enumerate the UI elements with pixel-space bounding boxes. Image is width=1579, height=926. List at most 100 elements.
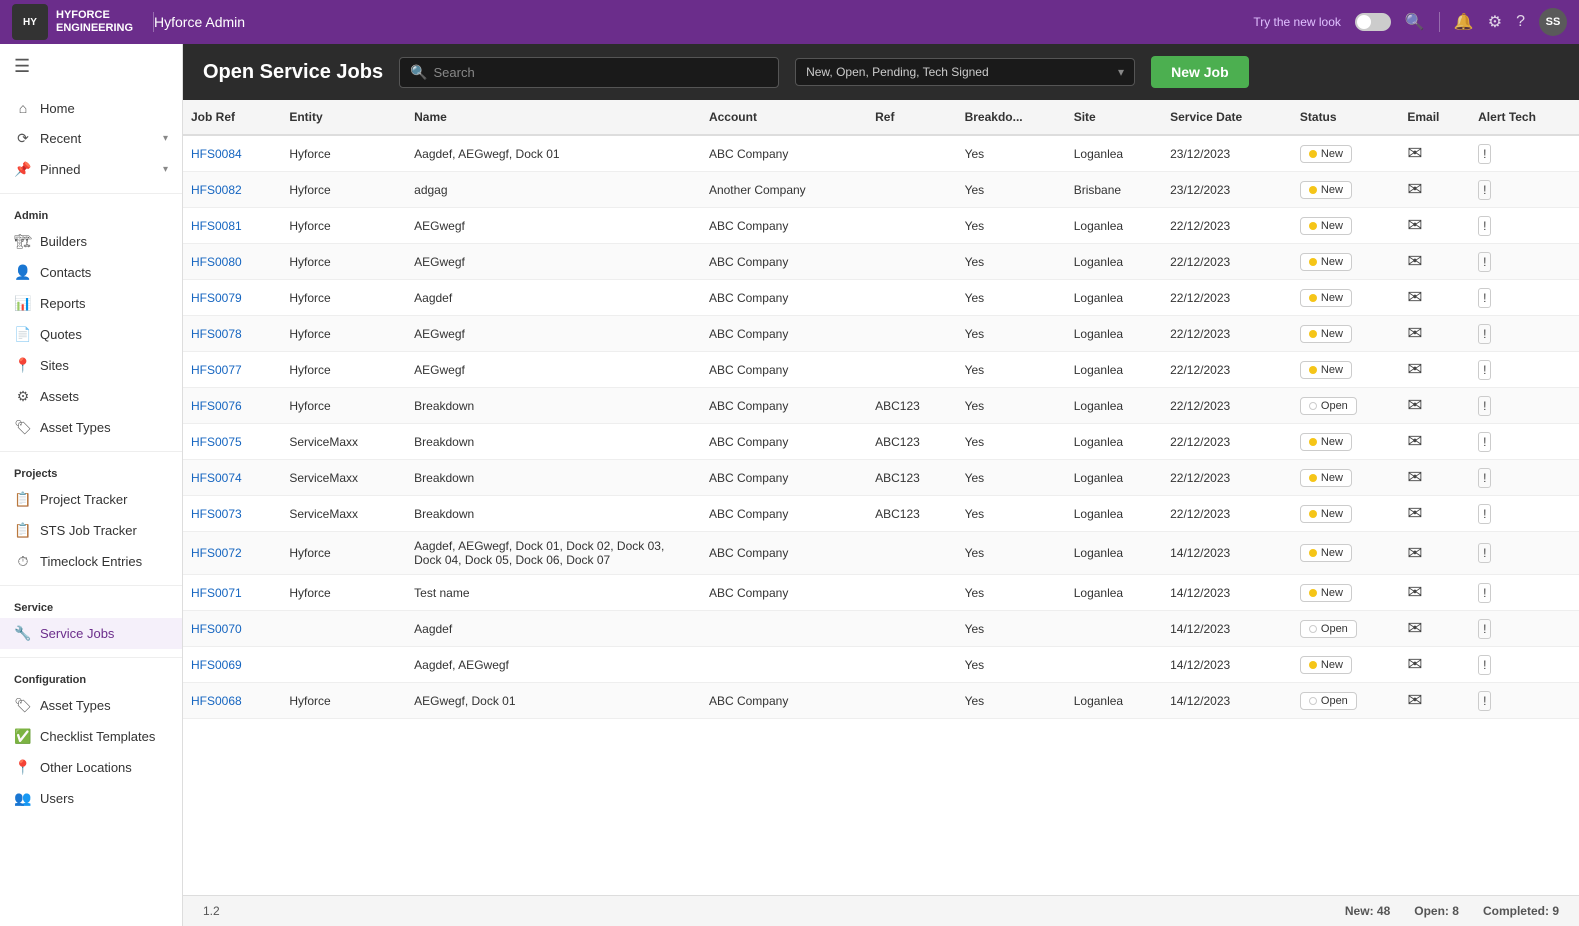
alert-tech-icon[interactable]: !	[1478, 583, 1491, 603]
sidebar-item-sites[interactable]: 📍 Sites	[0, 350, 182, 381]
alert-tech-icon[interactable]: !	[1478, 144, 1491, 164]
email-icon[interactable]: ✉	[1407, 690, 1422, 711]
sidebar-item-quotes[interactable]: 📄 Quotes	[0, 319, 182, 350]
status-badge[interactable]: Open	[1300, 620, 1357, 638]
sidebar-item-contacts[interactable]: 👤 Contacts	[0, 257, 182, 288]
job-ref-link[interactable]: HFS0068	[191, 694, 242, 708]
email-icon[interactable]: ✉	[1407, 467, 1422, 488]
email-icon[interactable]: ✉	[1407, 582, 1422, 603]
alert-tech-icon[interactable]: !	[1478, 543, 1491, 563]
status-badge[interactable]: Open	[1300, 692, 1357, 710]
job-ref-link[interactable]: HFS0077	[191, 363, 242, 377]
alert-tech-icon[interactable]: !	[1478, 655, 1491, 675]
projects-section-title: Projects	[0, 460, 182, 484]
sidebar-item-pinned[interactable]: 📌 Pinned ▾	[0, 154, 182, 185]
status-badge[interactable]: New	[1300, 656, 1352, 674]
status-badge[interactable]: New	[1300, 361, 1352, 379]
email-icon[interactable]: ✉	[1407, 287, 1422, 308]
try-toggle[interactable]	[1355, 13, 1391, 31]
sidebar-item-reports[interactable]: 📊 Reports	[0, 288, 182, 319]
email-icon[interactable]: ✉	[1407, 359, 1422, 380]
status-badge[interactable]: New	[1300, 584, 1352, 602]
email-icon[interactable]: ✉	[1407, 654, 1422, 675]
email-icon[interactable]: ✉	[1407, 395, 1422, 416]
job-ref-link[interactable]: HFS0073	[191, 507, 242, 521]
job-ref-link[interactable]: HFS0071	[191, 586, 242, 600]
job-ref-link[interactable]: HFS0072	[191, 546, 242, 560]
status-badge[interactable]: Open	[1300, 397, 1357, 415]
job-ref-link[interactable]: HFS0079	[191, 291, 242, 305]
alert-tech-icon[interactable]: !	[1478, 252, 1491, 272]
job-ref-link[interactable]: HFS0081	[191, 219, 242, 233]
job-ref-link[interactable]: HFS0070	[191, 622, 242, 636]
sidebar-item-service-jobs[interactable]: 🔧 Service Jobs	[0, 618, 182, 649]
sidebar-item-sts-job-tracker[interactable]: 📋 STS Job Tracker	[0, 515, 182, 546]
job-ref-link[interactable]: HFS0074	[191, 471, 242, 485]
email-icon[interactable]: ✉	[1407, 215, 1422, 236]
admin-section-title: Admin	[0, 202, 182, 226]
email-icon[interactable]: ✉	[1407, 543, 1422, 564]
search-box[interactable]: 🔍	[399, 57, 779, 88]
email-icon[interactable]: ✉	[1407, 503, 1422, 524]
sidebar-item-builders[interactable]: 🏗 Builders	[0, 226, 182, 257]
sidebar-item-recent[interactable]: ⟳ Recent ▾	[0, 123, 182, 154]
job-ref-link[interactable]: HFS0084	[191, 147, 242, 161]
job-ref-link[interactable]: HFS0080	[191, 255, 242, 269]
new-job-button[interactable]: New Job	[1151, 56, 1249, 88]
status-badge[interactable]: New	[1300, 181, 1352, 199]
settings-icon[interactable]: ⚙	[1488, 12, 1502, 32]
email-icon[interactable]: ✉	[1407, 179, 1422, 200]
help-icon[interactable]: ?	[1516, 13, 1525, 31]
status-dot	[1309, 438, 1317, 446]
alert-tech-icon[interactable]: !	[1478, 216, 1491, 236]
sidebar-item-assets[interactable]: ⚙ Assets	[0, 381, 182, 412]
alert-tech-icon[interactable]: !	[1478, 180, 1491, 200]
sidebar-item-timeclock[interactable]: ⏱ Timeclock Entries	[0, 546, 182, 577]
status-badge[interactable]: New	[1300, 325, 1352, 343]
job-ref-link[interactable]: HFS0075	[191, 435, 242, 449]
sidebar-item-asset-types[interactable]: 🏷 Asset Types	[0, 412, 182, 443]
filter-dropdown[interactable]: New, Open, Pending, Tech Signed ▾	[795, 58, 1135, 86]
cell-status: Open	[1292, 611, 1399, 647]
job-ref-link[interactable]: HFS0069	[191, 658, 242, 672]
hamburger-button[interactable]: ☰	[0, 44, 182, 89]
sidebar-item-project-tracker[interactable]: 📋 Project Tracker	[0, 484, 182, 515]
alert-tech-icon[interactable]: !	[1478, 288, 1491, 308]
status-badge[interactable]: New	[1300, 505, 1352, 523]
status-badge[interactable]: New	[1300, 433, 1352, 451]
search-icon[interactable]: 🔍	[1405, 12, 1425, 32]
try-new-look-link[interactable]: Try the new look	[1253, 15, 1341, 29]
alert-tech-icon[interactable]: !	[1478, 619, 1491, 639]
job-ref-link[interactable]: HFS0082	[191, 183, 242, 197]
bell-icon[interactable]: 🔔	[1454, 12, 1474, 32]
alert-tech-icon[interactable]: !	[1478, 504, 1491, 524]
email-icon[interactable]: ✉	[1407, 251, 1422, 272]
sidebar-label-home: Home	[40, 101, 168, 116]
job-ref-link[interactable]: HFS0076	[191, 399, 242, 413]
sidebar-item-home[interactable]: ⌂ Home	[0, 93, 182, 123]
sidebar-label-sts-job-tracker: STS Job Tracker	[40, 523, 168, 538]
status-badge[interactable]: New	[1300, 217, 1352, 235]
sidebar-item-checklist-templates[interactable]: ✅ Checklist Templates	[0, 721, 182, 752]
alert-tech-icon[interactable]: !	[1478, 360, 1491, 380]
sidebar-item-config-asset-types[interactable]: 🏷 Asset Types	[0, 690, 182, 721]
alert-tech-icon[interactable]: !	[1478, 324, 1491, 344]
sidebar-item-other-locations[interactable]: 📍 Other Locations	[0, 752, 182, 783]
status-badge[interactable]: New	[1300, 469, 1352, 487]
status-badge[interactable]: New	[1300, 253, 1352, 271]
alert-tech-icon[interactable]: !	[1478, 691, 1491, 711]
sidebar-item-users[interactable]: 👥 Users	[0, 783, 182, 814]
avatar[interactable]: SS	[1539, 8, 1567, 36]
search-input[interactable]	[434, 65, 769, 80]
status-badge[interactable]: New	[1300, 544, 1352, 562]
email-icon[interactable]: ✉	[1407, 618, 1422, 639]
job-ref-link[interactable]: HFS0078	[191, 327, 242, 341]
alert-tech-icon[interactable]: !	[1478, 432, 1491, 452]
email-icon[interactable]: ✉	[1407, 323, 1422, 344]
email-icon[interactable]: ✉	[1407, 143, 1422, 164]
status-badge[interactable]: New	[1300, 289, 1352, 307]
alert-tech-icon[interactable]: !	[1478, 468, 1491, 488]
alert-tech-icon[interactable]: !	[1478, 396, 1491, 416]
status-badge[interactable]: New	[1300, 145, 1352, 163]
email-icon[interactable]: ✉	[1407, 431, 1422, 452]
